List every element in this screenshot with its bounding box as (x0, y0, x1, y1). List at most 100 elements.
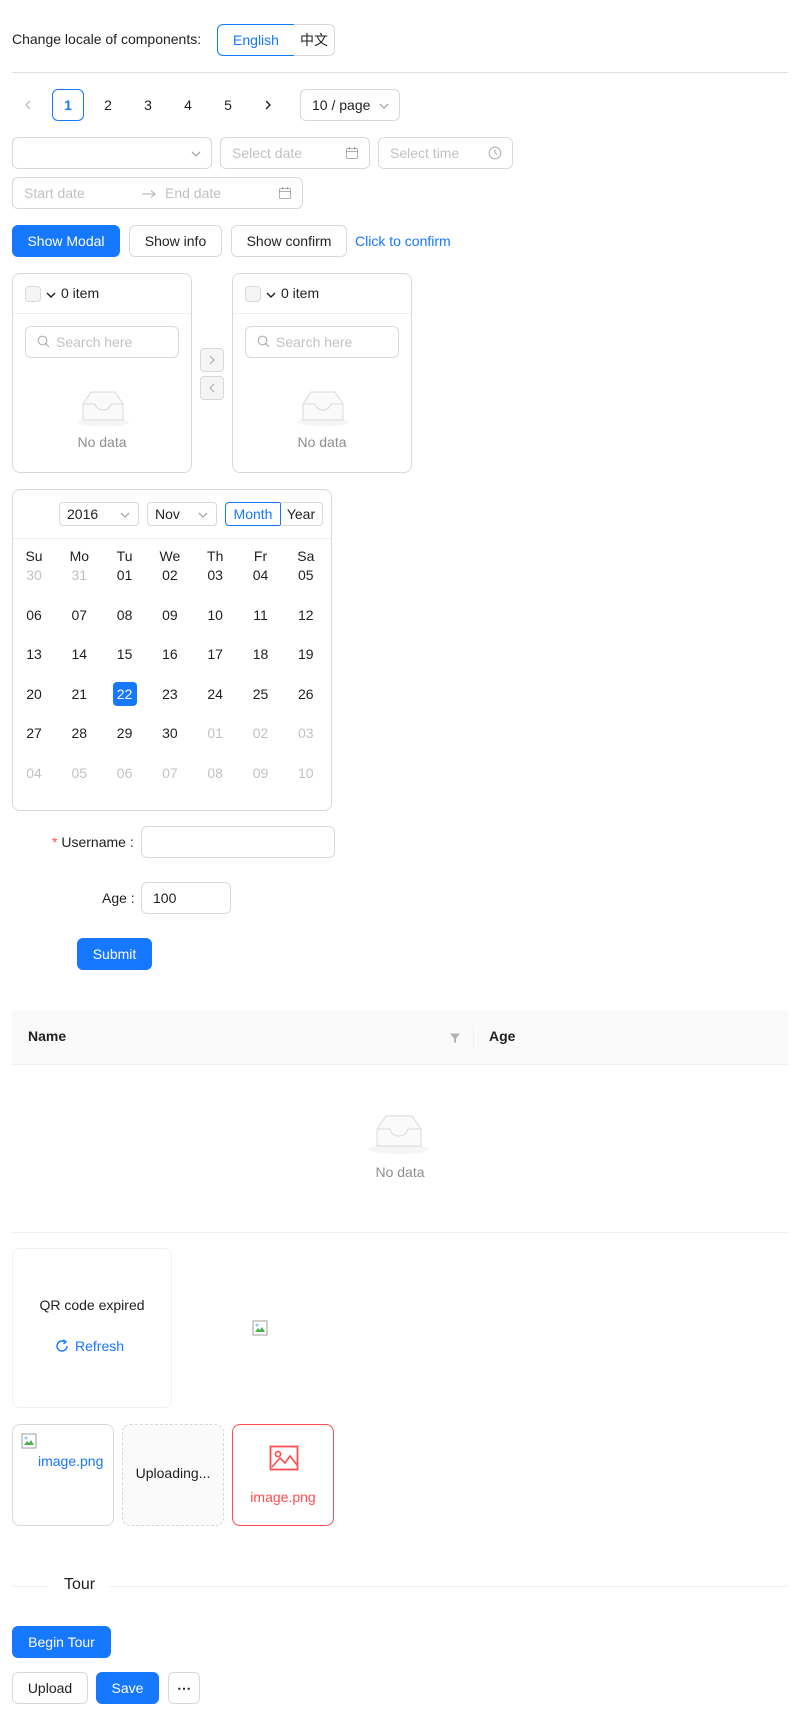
upload-item-uploading-text: Uploading... (135, 1465, 211, 1481)
username-input[interactable] (141, 826, 335, 858)
age-label-colon: : (126, 890, 135, 906)
chevron-right-icon (265, 100, 271, 110)
pagination-next-button[interactable] (252, 89, 284, 121)
click-to-confirm-link[interactable]: Click to confirm (355, 233, 451, 249)
calendar-day[interactable]: 08 (113, 603, 137, 627)
upload-item-done[interactable]: image.png (12, 1424, 114, 1526)
empty-inbox-icon (77, 391, 129, 427)
calendar-day[interactable]: 18 (249, 642, 273, 666)
header-divider (12, 72, 788, 73)
save-button[interactable]: Save (96, 1672, 159, 1704)
table-col-age: Age (489, 1028, 516, 1044)
calendar-day[interactable]: 07 (158, 761, 182, 785)
calendar-icon (278, 187, 292, 200)
time-picker[interactable]: Select time (378, 137, 513, 169)
pagination-prev-button[interactable] (12, 89, 44, 121)
show-confirm-button[interactable]: Show confirm (231, 225, 347, 257)
calendar-day[interactable]: 26 (294, 682, 318, 706)
calendar-day[interactable]: 17 (203, 642, 227, 666)
transfer-left-search[interactable]: Search here (25, 326, 179, 358)
calendar-day[interactable]: 30 (158, 721, 182, 745)
qr-code-expired-card: QR code expired Refresh (12, 1248, 172, 1408)
range-picker[interactable]: Start date End date (12, 177, 303, 209)
calendar-day[interactable]: 12 (294, 603, 318, 627)
calendar-weekday: Th (207, 548, 224, 564)
more-options-button[interactable]: ⋯ (168, 1672, 200, 1704)
locale-option-chinese[interactable]: 中文 (294, 24, 335, 56)
submit-button[interactable]: Submit (77, 938, 152, 970)
calendar-day[interactable]: 02 (249, 721, 273, 745)
calendar-day[interactable]: 05 (294, 563, 318, 587)
show-modal-button[interactable]: Show Modal (12, 225, 120, 257)
clock-icon (488, 146, 502, 160)
calendar-day[interactable]: 15 (113, 642, 137, 666)
calendar-day[interactable]: 09 (158, 603, 182, 627)
qr-refresh-button[interactable]: Refresh (55, 1338, 124, 1354)
time-picker-placeholder: Select time (390, 145, 460, 161)
calendar-day[interactable]: 21 (67, 682, 91, 706)
pagination-page-1[interactable]: 1 (52, 89, 84, 121)
calendar-day[interactable]: 10 (203, 603, 227, 627)
transfer-move-right-button[interactable] (200, 348, 224, 372)
calendar-day[interactable]: 14 (67, 642, 91, 666)
calendar-weekday: Mo (69, 548, 90, 564)
calendar-day[interactable]: 10 (294, 761, 318, 785)
calendar-day[interactable]: 13 (22, 642, 46, 666)
empty-select[interactable] (12, 137, 212, 169)
calendar-day[interactable]: 01 (113, 563, 137, 587)
date-picker[interactable]: Select date (220, 137, 370, 169)
calendar-day[interactable]: 06 (113, 761, 137, 785)
calendar-day[interactable]: 28 (67, 721, 91, 745)
calendar-day[interactable]: 16 (158, 642, 182, 666)
transfer-left-empty-text: No data (77, 434, 127, 450)
reload-icon (56, 1339, 68, 1352)
calendar-day[interactable]: 19 (294, 642, 318, 666)
calendar-day[interactable]: 09 (249, 761, 273, 785)
calendar-day[interactable]: 30 (22, 563, 46, 587)
upload-button[interactable]: Upload (12, 1672, 88, 1704)
calendar-day[interactable]: 29 (113, 721, 137, 745)
calendar-day[interactable]: 20 (22, 682, 46, 706)
upload-item-done-name[interactable]: image.png (38, 1453, 103, 1469)
locale-label: Change locale of components: (12, 31, 202, 47)
pagination-page-5[interactable]: 5 (212, 89, 244, 121)
username-label-text: Username (61, 834, 126, 850)
calendar-day[interactable]: 07 (67, 603, 91, 627)
age-input[interactable]: 100 (141, 882, 231, 914)
calendar-day[interactable]: 24 (203, 682, 227, 706)
calendar-day[interactable]: 25 (249, 682, 273, 706)
calendar-day[interactable]: 04 (249, 563, 273, 587)
pagination-page-2[interactable]: 2 (92, 89, 124, 121)
calendar-day[interactable]: 06 (22, 603, 46, 627)
filter-icon[interactable] (449, 1032, 461, 1044)
pagination-page-4[interactable]: 4 (172, 89, 204, 121)
ellipsis-icon: ⋯ (177, 1680, 191, 1696)
chevron-down-icon[interactable] (46, 290, 56, 300)
page-size-select[interactable]: 10 / page (300, 89, 400, 121)
calendar-day[interactable]: 27 (22, 721, 46, 745)
search-icon (37, 335, 50, 348)
calendar-day[interactable]: 02 (158, 563, 182, 587)
calendar-day[interactable]: 23 (158, 682, 182, 706)
begin-tour-button[interactable]: Begin Tour (12, 1626, 111, 1658)
calendar-day[interactable]: 08 (203, 761, 227, 785)
locale-option-english[interactable]: English (217, 24, 295, 56)
chevron-down-icon[interactable] (266, 290, 276, 300)
calendar-day[interactable]: 04 (22, 761, 46, 785)
calendar-day[interactable]: 05 (67, 761, 91, 785)
calendar-day[interactable]: 11 (249, 603, 273, 627)
transfer-right-select-all[interactable] (245, 286, 261, 302)
pagination-page-3[interactable]: 3 (132, 89, 164, 121)
calendar-day[interactable]: 22 (112, 681, 137, 706)
transfer-move-left-button[interactable] (200, 376, 224, 400)
upload-item-error[interactable]: image.png (232, 1424, 334, 1526)
show-info-button[interactable]: Show info (129, 225, 222, 257)
transfer-right-search[interactable]: Search here (245, 326, 399, 358)
calendar-day[interactable]: 31 (67, 563, 91, 587)
calendar-day[interactable]: 03 (203, 563, 227, 587)
calendar-day[interactable]: 01 (203, 721, 227, 745)
transfer-left-count: 0 item (61, 285, 100, 301)
transfer-left-select-all[interactable] (25, 286, 41, 302)
calendar-day[interactable]: 03 (294, 721, 318, 745)
transfer-right-header: 0 item (233, 274, 411, 314)
